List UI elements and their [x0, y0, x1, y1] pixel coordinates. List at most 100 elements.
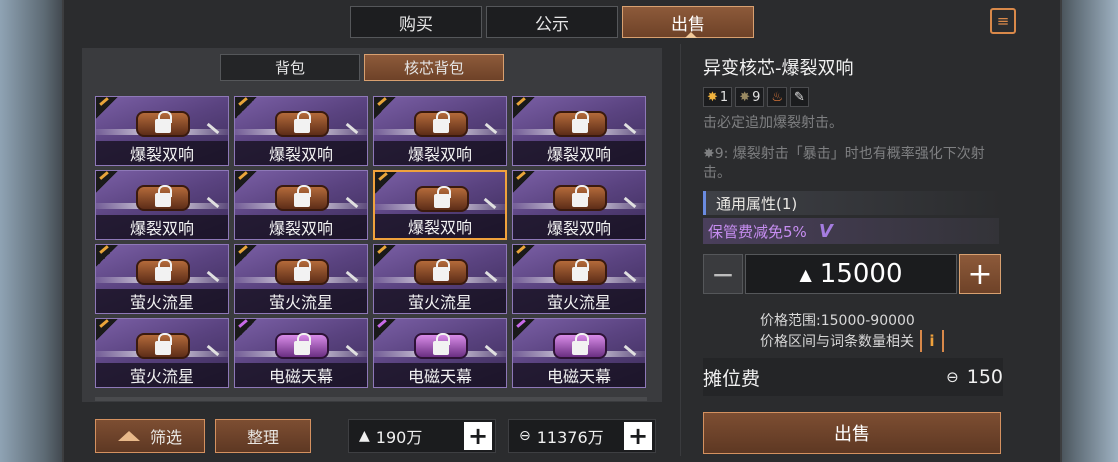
inventory-item[interactable]: 电磁天幕 [234, 318, 368, 388]
fee-amount: ⊖ 150 [946, 366, 1003, 388]
item-name: 萤火流星 [96, 289, 228, 313]
add-coin-button[interactable]: + [624, 422, 652, 450]
filter-button[interactable]: 筛选 [95, 419, 205, 453]
currency-coin: ⊖ 11376万 + [508, 419, 656, 453]
tab-core-backpack[interactable]: 核芯背包 [364, 54, 504, 81]
item-name: 萤火流星 [235, 289, 367, 313]
price-value: 15000 [819, 259, 903, 289]
inventory-item[interactable]: 爆裂双响 [512, 96, 646, 166]
item-name: 电磁天幕 [235, 363, 367, 387]
gold-icon: ▲ [799, 264, 812, 284]
inventory-tabs: 背包 核芯背包 [220, 54, 504, 81]
rarity-corner [374, 97, 396, 119]
tab-backpack[interactable]: 背包 [220, 54, 360, 81]
coin-amount: 11376万 [536, 428, 604, 447]
inventory-item[interactable]: 萤火流星 [95, 244, 229, 314]
lock-icon [572, 111, 589, 133]
fee-label: 摊位费 [703, 367, 761, 390]
rarity-corner [513, 245, 535, 267]
lock-icon [572, 333, 589, 355]
inventory-item[interactable]: 萤火流星 [373, 244, 507, 314]
star-level-badge: ✸ 9 [735, 87, 765, 107]
sort-button[interactable]: 整理 [215, 419, 311, 453]
price-input[interactable]: ▲ 15000 [745, 254, 957, 294]
inventory-item[interactable]: 电磁天幕 [512, 318, 646, 388]
lock-icon [155, 185, 172, 207]
increase-price-button[interactable]: + [959, 254, 1001, 294]
inventory-item[interactable]: 爆裂双响 [512, 170, 646, 240]
info-icon[interactable]: i [920, 330, 944, 352]
price-range: 价格范围:15000-90000 [760, 313, 915, 329]
property-text: 保管费减免5% [708, 222, 807, 241]
inventory-item[interactable]: 萤火流星 [95, 318, 229, 388]
tab-public[interactable]: 公示 [486, 6, 618, 38]
item-name: 电磁天幕 [513, 363, 645, 387]
rarity-corner [374, 245, 396, 267]
lock-icon [433, 259, 450, 281]
panel-divider [680, 44, 681, 456]
gold-amount: 190万 [375, 428, 423, 447]
property-check-icon: V [818, 220, 833, 242]
property-header: 通用属性(1) [703, 191, 1003, 215]
rarity-corner [235, 245, 257, 267]
item-name: 爆裂双响 [375, 214, 505, 238]
item-description: 击必定追加爆裂射击。 [703, 115, 843, 131]
item-name: 萤火流星 [374, 289, 506, 313]
item-name: 萤火流星 [96, 363, 228, 387]
inventory-panel: 背包 核芯背包 爆裂双响 爆裂双响 爆裂双响 爆裂双响 爆裂双响 爆裂双响 爆裂双响 爆裂双响… [82, 48, 662, 402]
inventory-item[interactable]: 爆裂双响 [234, 96, 368, 166]
rarity-corner [235, 97, 257, 119]
lock-icon [155, 259, 172, 281]
rarity-corner [513, 171, 535, 193]
inventory-item[interactable]: 爆裂双响 [95, 96, 229, 166]
filter-label: 筛选 [149, 428, 182, 447]
lock-icon [294, 333, 311, 355]
lock-icon [572, 185, 589, 207]
add-gold-button[interactable]: + [464, 422, 492, 450]
item-name: 爆裂双响 [96, 141, 228, 165]
filter-icon [117, 431, 140, 441]
rarity-corner [513, 319, 535, 341]
item-name: 爆裂双响 [96, 215, 228, 239]
rarity-corner [96, 319, 118, 341]
sell-button[interactable]: 出售 [703, 412, 1001, 454]
wrench-icon: ✎ [794, 89, 805, 105]
tool-badge: ✎ [790, 87, 809, 107]
star-icon: ✸ [707, 89, 718, 105]
property-row: 保管费减免5% V [703, 218, 999, 244]
item-name: 萤火流星 [513, 289, 645, 313]
lock-icon [294, 111, 311, 133]
lock-icon [434, 186, 451, 208]
inventory-item[interactable]: 爆裂双响 [234, 170, 368, 240]
inventory-item[interactable]: 萤火流星 [512, 244, 646, 314]
item-name: 爆裂双响 [374, 141, 506, 165]
currency-gold: ▲ 190万 + [348, 419, 496, 453]
star-badge: ✸ 1 [703, 87, 733, 107]
inventory-item[interactable]: 爆裂双响 [95, 170, 229, 240]
decrease-price-button[interactable]: − [703, 254, 743, 294]
rarity-corner [375, 172, 397, 194]
fire-icon: ♨ [771, 89, 784, 105]
lock-icon [155, 333, 172, 355]
rarity-corner [513, 97, 535, 119]
lock-icon [294, 259, 311, 281]
inventory-item[interactable]: 电磁天幕 [373, 318, 507, 388]
item-title: 异变核芯-爆裂双响 [703, 58, 854, 79]
inventory-item[interactable]: 爆裂双响 [373, 96, 507, 166]
lock-icon [433, 333, 450, 355]
rarity-corner [96, 97, 118, 119]
rarity-corner [235, 319, 257, 341]
grid-scrollbar[interactable] [95, 397, 647, 401]
tab-buy[interactable]: 购买 [350, 6, 482, 38]
tab-sell[interactable]: 出售 [622, 6, 754, 38]
clipboard-icon[interactable]: ≡ [990, 8, 1016, 34]
coin-icon: ⊖ [946, 368, 959, 386]
inventory-item[interactable]: 萤火流星 [234, 244, 368, 314]
booth-fee: 摊位费 ⊖ 150 [703, 358, 1003, 396]
item-name: 爆裂双响 [513, 215, 645, 239]
item-badges: ✸ 1 ✸ 9 ♨ ✎ [703, 87, 1003, 107]
rarity-corner [235, 171, 257, 193]
inventory-item[interactable]: 爆裂双响 [373, 170, 507, 240]
fire-badge: ♨ [767, 87, 788, 107]
price-note-text: 价格区间与词条数量相关 [760, 334, 914, 350]
